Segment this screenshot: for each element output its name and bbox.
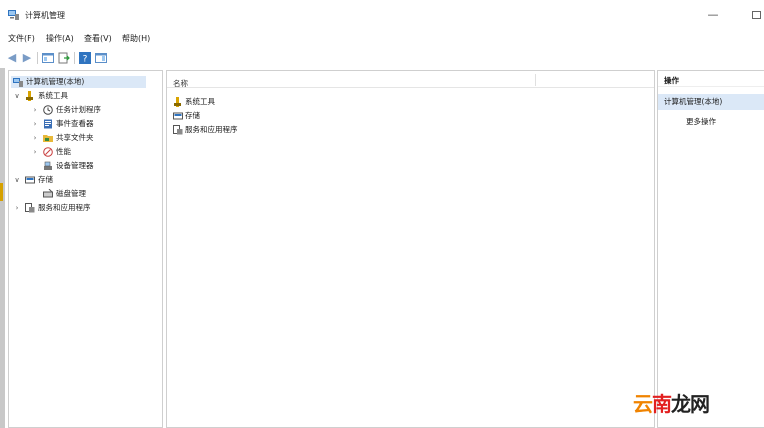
chevron-down-icon[interactable]: ∨ (13, 174, 21, 186)
minimize-button[interactable]: — (703, 6, 723, 24)
menu-bar: 文件(F) 操作(A) 查看(V) 帮助(H) (0, 30, 764, 48)
chevron-right-icon[interactable]: › (31, 132, 39, 144)
tree-item-storage[interactable]: ∨ 存储 (13, 174, 153, 186)
event-viewer-icon (44, 119, 52, 129)
tree-item-task-scheduler[interactable]: › 任务计划程序 (31, 104, 156, 116)
toolbar-separator (74, 52, 75, 64)
clock-icon (43, 105, 53, 115)
menu-help[interactable]: 帮助(H) (122, 33, 150, 44)
title-bar: 计算机管理 — (0, 0, 764, 30)
actions-pane: 操作 计算机管理(本地) 更多操作 (657, 70, 764, 428)
tree-item-label: 设备管理器 (56, 161, 94, 170)
tree-item-label: 系统工具 (38, 91, 68, 100)
tree-item-label: 事件查看器 (56, 119, 94, 128)
show-hide-console-tree-icon[interactable] (42, 52, 54, 64)
tree-item-label: 存储 (38, 175, 53, 184)
chevron-right-icon[interactable]: › (13, 202, 21, 214)
system-tools-icon (26, 91, 33, 101)
tree-item-event-viewer[interactable]: › 事件查看器 (31, 118, 156, 130)
chevron-right-icon[interactable]: › (31, 146, 39, 158)
device-manager-icon (44, 161, 52, 170)
column-divider[interactable] (535, 74, 536, 86)
console-tree-pane: 计算机管理(本地) ∨ 系统工具 › 任务计划程序 › 事件查看器 › 共享文件… (8, 70, 163, 428)
disk-management-icon (43, 189, 53, 198)
menu-view[interactable]: 查看(V) (84, 33, 112, 44)
export-list-icon[interactable] (58, 52, 70, 64)
tree-item-performance[interactable]: › 性能 (31, 146, 156, 158)
window-left-edge (0, 68, 5, 428)
tree-item-device-manager[interactable]: 设备管理器 (31, 160, 156, 172)
computer-management-icon (13, 78, 23, 87)
toolbar: ◀ ▶ ? (0, 49, 764, 67)
svg-text:?: ? (83, 55, 88, 65)
toolbar-separator (37, 52, 38, 64)
system-tools-icon (174, 97, 181, 107)
column-header-name[interactable]: 名称 (173, 78, 188, 89)
storage-icon (25, 176, 35, 184)
tree-item-label: 共享文件夹 (56, 133, 94, 142)
computer-management-icon (8, 10, 19, 20)
menu-file[interactable]: 文件(F) (8, 33, 35, 44)
actions-header: 操作 (658, 75, 764, 87)
chevron-right-icon[interactable]: › (31, 118, 39, 130)
forward-arrow-icon[interactable]: ▶ (21, 52, 33, 64)
tree-item-label: 计算机管理(本地) (26, 77, 85, 86)
chevron-right-icon[interactable]: › (31, 104, 39, 116)
tree-item-services-and-applications[interactable]: › 服务和应用程序 (13, 202, 153, 214)
services-apps-icon (25, 203, 35, 213)
list-header: 名称 (167, 71, 654, 88)
tree-item-label: 磁盘管理 (56, 189, 86, 198)
tree-item-disk-management[interactable]: 磁盘管理 (31, 188, 156, 200)
help-icon[interactable]: ? (79, 52, 91, 64)
tree-item-label: 任务计划程序 (56, 105, 101, 114)
chevron-down-icon[interactable]: ∨ (13, 90, 21, 102)
shared-folder-icon (43, 135, 53, 142)
tree-item-computer-management-local[interactable]: 计算机管理(本地) (11, 76, 146, 88)
properties-pane-icon[interactable] (95, 52, 107, 64)
tree-item-system-tools[interactable]: ∨ 系统工具 (13, 90, 153, 102)
menu-action[interactable]: 操作(A) (46, 33, 74, 44)
maximize-button[interactable] (752, 11, 761, 19)
results-pane: 名称 系统工具 存储 服务和应用程序 (166, 70, 655, 428)
actions-section-computer-management[interactable]: 计算机管理(本地) (658, 94, 764, 110)
services-apps-icon (173, 125, 183, 135)
more-actions-link[interactable]: 更多操作 (686, 116, 716, 127)
tree-item-label: 服务和应用程序 (38, 203, 91, 212)
list-item-label: 服务和应用程序 (185, 125, 238, 134)
site-watermark-logo: 云南龙网 (633, 392, 710, 416)
performance-icon (43, 147, 53, 157)
list-item-label: 系统工具 (185, 97, 215, 106)
list-item-label: 存储 (185, 111, 200, 120)
storage-icon (173, 112, 183, 120)
back-arrow-icon[interactable]: ◀ (6, 52, 18, 64)
tree-item-shared-folders[interactable]: › 共享文件夹 (31, 132, 156, 144)
tree-item-label: 性能 (56, 147, 71, 156)
window-title: 计算机管理 (25, 11, 65, 20)
